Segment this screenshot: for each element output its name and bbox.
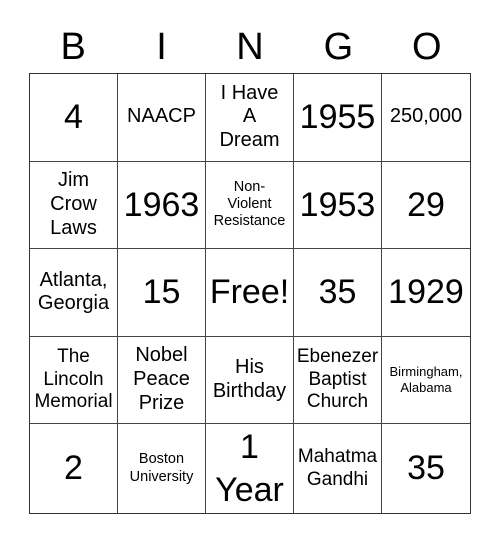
bingo-cell[interactable]: Boston University [118,424,206,513]
bingo-cell[interactable]: 15 [118,249,206,337]
bingo-cell[interactable]: NAACP [118,74,206,162]
bingo-cell[interactable]: 29 [382,162,470,249]
header-letter-i: I [156,26,167,68]
free-space-cell[interactable]: Free! [206,249,294,337]
bingo-cell[interactable]: Mahatma Gandhi [294,424,382,513]
bingo-header: B I N G O [29,22,471,72]
bingo-cell[interactable]: 1 Year [206,424,294,513]
bingo-cell[interactable]: I Have A Dream [206,74,294,162]
bingo-cell[interactable]: 35 [294,249,382,337]
bingo-cell[interactable]: Nobel Peace Prize [118,336,206,424]
header-letter-b: B [60,26,86,68]
bingo-cell[interactable]: Non- Violent Resistance [206,161,294,249]
bingo-cell[interactable]: 1963 [118,161,206,249]
header-letter-o: O [411,26,442,68]
header-letter-g: G [323,26,354,68]
bingo-cell[interactable]: His Birthday [206,336,294,424]
bingo-grid: 4 NAACP I Have A Dream 1955 250,000 Jim … [29,73,471,514]
bingo-cell[interactable]: Atlanta, Georgia [30,249,118,337]
bingo-cell[interactable]: 4 [30,74,118,162]
bingo-cell[interactable]: The Lincoln Memorial [30,336,118,424]
bingo-cell[interactable]: Ebenezer Baptist Church [294,336,382,424]
bingo-cell[interactable]: Jim Crow Laws [30,161,118,249]
bingo-cell[interactable]: 1955 [294,74,382,162]
bingo-cell[interactable]: 250,000 [382,74,470,162]
header-letter-n: N [236,26,264,68]
bingo-cell[interactable]: 1953 [294,161,382,249]
bingo-cell[interactable]: Birmingham, Alabama [382,337,470,424]
bingo-cell[interactable]: 1929 [382,249,470,337]
bingo-cell[interactable]: 35 [382,424,470,513]
bingo-cell[interactable]: 2 [30,424,118,513]
